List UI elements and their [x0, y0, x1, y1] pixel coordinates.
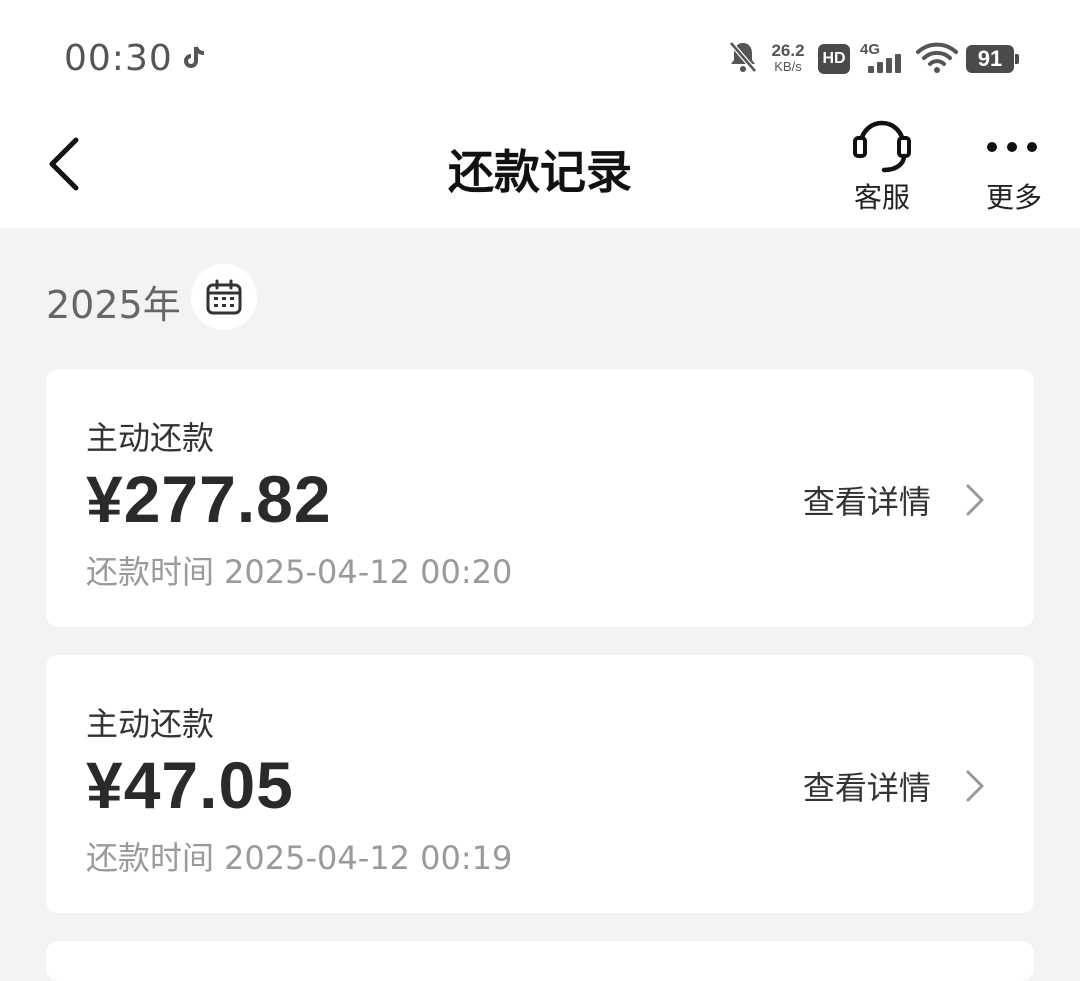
view-details-label: 查看详情	[802, 769, 931, 807]
headset-icon	[853, 120, 911, 173]
view-details-link[interactable]: 查看详情	[803, 763, 986, 807]
calendar-button[interactable]	[191, 264, 257, 330]
repayment-record-card-partial[interactable]	[46, 941, 1034, 981]
year-label: 2025年	[46, 283, 181, 327]
repayment-time-value: 2025-04-12 00:19	[224, 839, 513, 877]
network-speed-value: 26.2	[771, 41, 805, 60]
status-time: 00:30	[64, 38, 173, 79]
battery-icon: 91	[966, 45, 1019, 73]
signal-icon: 4G	[858, 40, 908, 80]
view-details-link[interactable]: 查看详情	[803, 477, 986, 521]
repayment-record-card[interactable]: 主动还款 ¥47.05 还款时间 2025-04-12 00:19 查看详情	[46, 655, 1034, 913]
repayment-time-value: 2025-04-12 00:20	[224, 553, 513, 591]
network-speed-unit: KB/s	[774, 59, 802, 74]
more-dots-icon	[987, 142, 1037, 152]
status-bar: 00:30 26.2 KB/s HD 4G 91	[0, 0, 1080, 118]
more-label: 更多	[985, 181, 1042, 214]
hd-icon: HD	[818, 44, 850, 74]
repayment-amount: ¥47.05	[86, 748, 294, 822]
repayment-record-card[interactable]: 主动还款 ¥277.82 还款时间 2025-04-12 00:20 查看详情	[46, 369, 1034, 627]
chevron-left-icon	[49, 137, 79, 191]
repayment-time-label: 还款时间	[86, 839, 215, 877]
network-type-label: 4G	[860, 41, 880, 58]
view-details-label: 查看详情	[802, 483, 931, 521]
calendar-icon	[206, 279, 242, 315]
network-speed: 26.2 KB/s	[766, 42, 810, 73]
customer-service-label: 客服	[853, 181, 910, 214]
back-button[interactable]	[40, 132, 96, 196]
chevron-right-icon	[966, 770, 984, 802]
repayment-time: 还款时间 2025-04-12 00:20	[86, 547, 512, 593]
tiktok-icon	[184, 44, 206, 78]
repayment-amount: ¥277.82	[86, 462, 332, 536]
repayment-type: 主动还款	[86, 705, 215, 743]
repayment-time-label: 还款时间	[86, 553, 215, 591]
customer-service-button[interactable]: 客服	[832, 118, 932, 218]
more-button[interactable]: 更多	[964, 118, 1064, 218]
chevron-right-icon	[966, 484, 984, 516]
repayment-type: 主动还款	[86, 419, 215, 457]
repayment-time: 还款时间 2025-04-12 00:19	[86, 833, 512, 879]
bell-muted-icon	[728, 40, 758, 78]
nav-header: 还款记录 客服 更多	[0, 118, 1080, 228]
wifi-icon	[916, 42, 958, 78]
